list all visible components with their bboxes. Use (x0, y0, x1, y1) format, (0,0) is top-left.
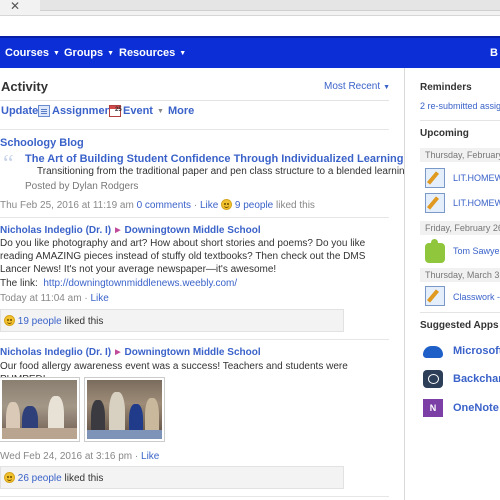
post-meta: Wed Feb 24, 2016 at 3:16 pm · Like (0, 451, 160, 462)
smiley-icon (221, 199, 233, 210)
blog-post-title[interactable]: The Art of Building Student Confidence T… (25, 153, 403, 165)
assignment-icon (425, 168, 445, 188)
upcoming-date: Thursday, February 25 (420, 148, 500, 162)
browser-tab-strip: ✕ (0, 0, 500, 16)
reminders-title: Reminders (420, 82, 472, 93)
smiley-icon (4, 472, 15, 483)
arrow-right-icon: ▶ (115, 349, 121, 356)
puzzle-icon (425, 239, 445, 263)
onenote-icon: N (423, 399, 443, 417)
assignment-icon (38, 105, 50, 117)
likes-suffix: liked this (64, 473, 104, 484)
likes-suffix: liked this (64, 316, 104, 327)
like-link[interactable]: Like (200, 200, 218, 211)
calendar-icon: 25 (109, 105, 122, 117)
post-link-line: The link: http://downingtownmiddlenews.w… (0, 278, 237, 289)
upcoming-title: Upcoming (420, 128, 469, 139)
arrow-right-icon: ▶ (115, 227, 121, 234)
assignment-icon (425, 193, 445, 213)
divider (0, 100, 389, 101)
chevron-down-icon: ▼ (53, 50, 60, 57)
top-navigation-bar: Courses ▼ Groups ▼ Resources ▼ B (0, 36, 500, 68)
post-meta: Today at 11:04 am · Like (0, 293, 109, 304)
app-name[interactable]: Backchann (453, 373, 500, 385)
blog-label[interactable]: Schoology Blog (0, 137, 84, 149)
post-link[interactable]: http://downingtownmiddlenews.weebly.com/ (43, 278, 237, 289)
post-group[interactable]: Downingtown Middle School (125, 347, 261, 358)
activity-feed: Activity Most Recent ▼ Update Assignment … (0, 68, 446, 500)
nav-resources[interactable]: Resources ▼ (119, 47, 186, 59)
divider (0, 339, 389, 340)
post-event-button[interactable]: Event (123, 105, 153, 117)
cloud-icon (423, 346, 443, 358)
nav-courses[interactable]: Courses ▼ (5, 47, 60, 59)
likes-box: 26 people liked this (0, 466, 344, 489)
nav-resources-label: Resources (119, 47, 176, 59)
sort-label: Most Recent (324, 81, 381, 92)
event-photo[interactable] (0, 378, 79, 441)
post-group[interactable]: Downingtown Middle School (125, 225, 261, 236)
upcoming-date: Thursday, March 3, 2 (420, 268, 500, 282)
post-date: Wed Feb 24, 2016 at 3:16 pm (0, 451, 133, 462)
quote-icon: “ (3, 151, 14, 177)
upcoming-item[interactable]: LIT.HOMEWORK (453, 198, 500, 208)
blog-author: Posted by Dylan Rodgers (25, 181, 139, 192)
likers-link[interactable]: 19 people (18, 316, 62, 327)
calendar-icon-day: 25 (115, 107, 122, 113)
post-more-button[interactable]: More (168, 105, 194, 117)
post-author[interactable]: Nicholas Indeglio (Dr. I) (0, 225, 111, 236)
divider (0, 129, 389, 130)
like-link[interactable]: Like (141, 451, 159, 462)
likes-box: 19 people liked this (0, 309, 344, 332)
assignment-icon (425, 286, 445, 306)
blog-date: Thu Feb 25, 2016 at 11:19 am (0, 200, 134, 211)
likes-suffix: liked this (276, 200, 315, 211)
chevron-down-icon: ▼ (383, 84, 391, 91)
nav-courses-label: Courses (5, 47, 50, 59)
chevron-down-icon: ▼ (179, 50, 187, 57)
likers-link[interactable]: 9 people (235, 200, 273, 211)
blog-excerpt: Transitioning from the traditional paper… (37, 166, 447, 177)
divider (420, 312, 500, 313)
post-update-button[interactable]: Update (1, 105, 38, 117)
upcoming-item[interactable]: LIT.HOMEWORK (453, 173, 500, 183)
upcoming-date: Friday, February 26, 2 (420, 221, 500, 235)
photo-table (2, 428, 77, 439)
post-body: Do you like photography and art? How abo… (0, 238, 366, 275)
likers-link[interactable]: 26 people (18, 473, 62, 484)
browser-tab-background (40, 0, 500, 11)
post-author-line: Nicholas Indeglio (Dr. I) ▶ Downingtown Mi… (0, 225, 261, 236)
blog-meta: Thu Feb 25, 2016 at 11:19 am 0 comments … (0, 199, 315, 211)
app-name[interactable]: OneNote C (453, 402, 500, 414)
reminder-link[interactable]: 2 re-submitted assignments (420, 101, 500, 111)
nav-groups[interactable]: Groups ▼ (64, 47, 114, 59)
post-assignment-button[interactable]: Assignment (52, 105, 115, 117)
divider (420, 120, 500, 121)
nav-right-cut[interactable]: B (490, 47, 498, 59)
smiley-icon (4, 315, 15, 326)
app-name[interactable]: Microsoft O (453, 345, 500, 357)
chat-icon (423, 370, 443, 388)
chevron-down-icon: ▼ (107, 50, 115, 57)
post-link-label: The link: (0, 278, 38, 289)
suggested-apps-title: Suggested Apps (420, 320, 499, 331)
like-link[interactable]: Like (90, 293, 108, 304)
post-author[interactable]: Nicholas Indeglio (Dr. I) (0, 347, 111, 358)
post-author-line: Nicholas Indeglio (Dr. I) ▶ Downingtown Mi… (0, 347, 261, 358)
right-sidebar: Reminders 2 re-submitted assignments Upc… (404, 68, 500, 500)
event-photo[interactable] (85, 378, 164, 441)
chevron-down-icon: ▼ (157, 108, 164, 115)
post-date: Today at 11:04 am (0, 293, 82, 304)
close-tab-icon[interactable]: ✕ (10, 0, 20, 12)
page-title: Activity (1, 79, 48, 94)
sort-dropdown[interactable]: Most Recent ▼ (324, 81, 390, 92)
divider (0, 496, 389, 497)
divider (0, 217, 389, 218)
upcoming-item[interactable]: Tom Sawyer C (453, 246, 500, 256)
upcoming-item[interactable]: Classwork - 3/ (453, 292, 500, 302)
photo-table (87, 430, 162, 439)
comments-link[interactable]: 0 comments (137, 200, 191, 211)
nav-groups-label: Groups (64, 47, 104, 59)
